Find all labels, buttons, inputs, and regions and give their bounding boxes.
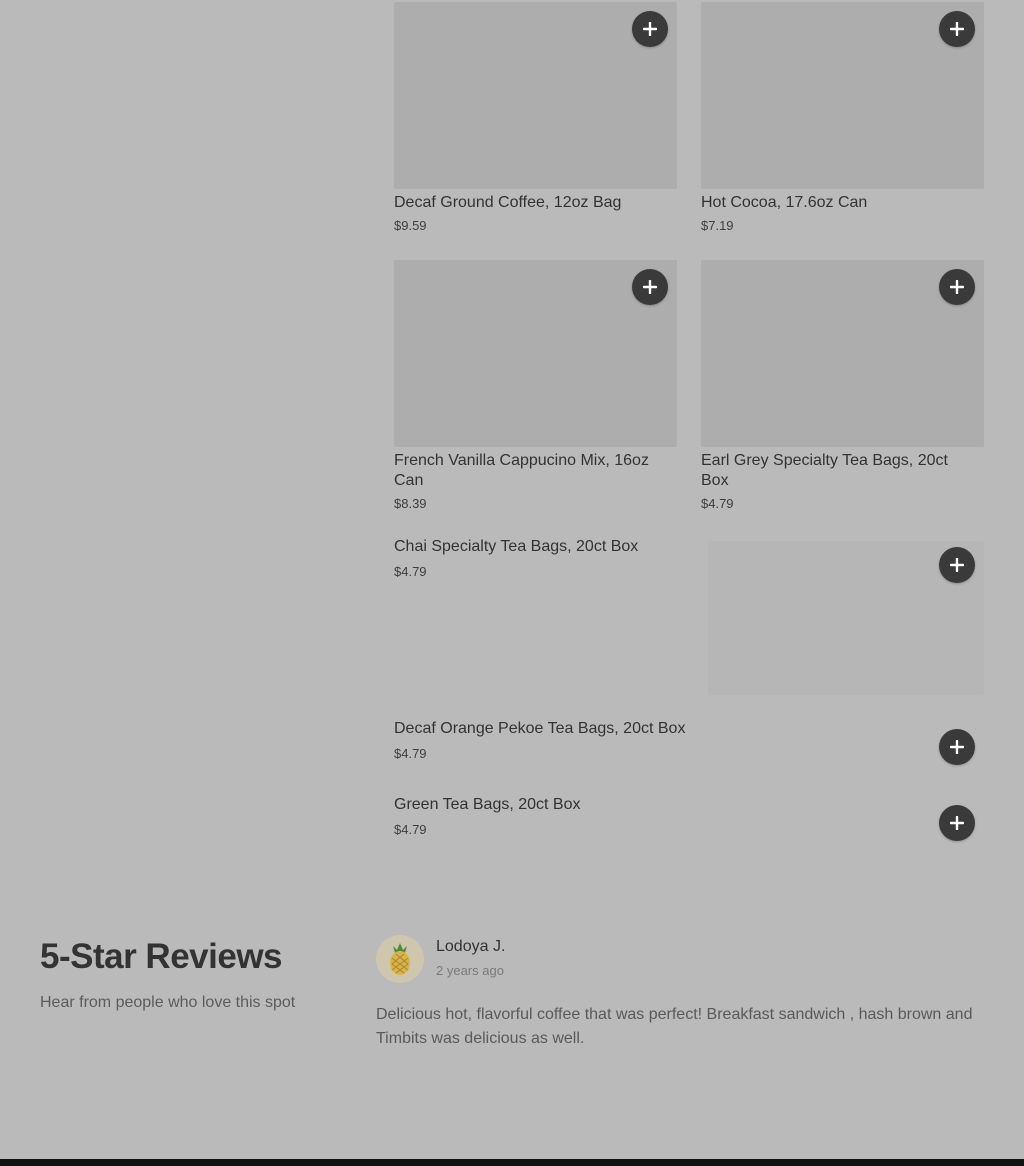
menu-item-card[interactable]: Earl Grey Specialty Tea Bags, 20ct Box $… (701, 260, 984, 520)
menu-item-price: $4.79 (394, 564, 427, 579)
plus-icon (950, 280, 964, 294)
menu-item-row[interactable]: Decaf Orange Pekoe Tea Bags, 20ct Box $4… (394, 719, 984, 769)
menu-item-price: $8.39 (394, 496, 427, 511)
menu-item-price: $4.79 (394, 746, 427, 761)
menu-item-price: $4.79 (394, 822, 427, 837)
menu-item-name: Decaf Ground Coffee, 12oz Bag (394, 194, 622, 211)
add-item-button[interactable] (939, 805, 975, 841)
menu-item-card[interactable]: Decaf Ground Coffee, 12oz Bag $9.59 (394, 2, 677, 242)
add-item-button[interactable] (939, 269, 975, 305)
add-item-button[interactable] (939, 11, 975, 47)
plus-icon (950, 22, 964, 36)
avatar (376, 935, 424, 983)
review-text: Delicious hot, flavorful coffee that was… (376, 1006, 973, 1047)
plus-icon (643, 22, 657, 36)
menu-item-name: Decaf Orange Pekoe Tea Bags, 20ct Box (394, 720, 686, 737)
menu-item-name: Earl Grey Specialty Tea Bags, 20ct Box (701, 452, 948, 489)
menu-item-name: Hot Cocoa, 17.6oz Can (701, 194, 868, 211)
add-item-button[interactable] (632, 11, 668, 47)
add-item-button[interactable] (632, 269, 668, 305)
plus-icon (950, 740, 964, 754)
menu-item-card[interactable]: Hot Cocoa, 17.6oz Can $7.19 (701, 2, 984, 242)
menu-item-row[interactable]: Green Tea Bags, 20ct Box $4.79 (394, 795, 984, 845)
reviewer-name: Lodoya J. (436, 938, 506, 955)
plus-icon (950, 816, 964, 830)
menu-item-name: Chai Specialty Tea Bags, 20ct Box (394, 538, 639, 555)
add-item-button[interactable] (939, 547, 975, 583)
menu-item-card[interactable]: Chai Specialty Tea Bags, 20ct Box $4.79 (394, 537, 984, 697)
review-timestamp: 2 years ago (436, 963, 504, 978)
menu-item-price: $7.19 (701, 218, 734, 233)
pineapple-icon (390, 943, 410, 975)
reviews-subtitle: Hear from people who love this spot (40, 994, 296, 1011)
menu-item-price: $4.79 (701, 496, 734, 511)
plus-icon (643, 280, 657, 294)
menu-item-name: French Vanilla Cappucino Mix, 16oz Can (394, 452, 649, 489)
menu-item-name: Green Tea Bags, 20ct Box (394, 796, 581, 813)
footer-bar (0, 1159, 1024, 1166)
menu-item-price: $9.59 (394, 218, 427, 233)
plus-icon (950, 558, 964, 572)
menu-item-card[interactable]: French Vanilla Cappucino Mix, 16oz Can $… (394, 260, 677, 520)
add-item-button[interactable] (939, 729, 975, 765)
reviews-heading: 5-Star Reviews (40, 937, 283, 976)
